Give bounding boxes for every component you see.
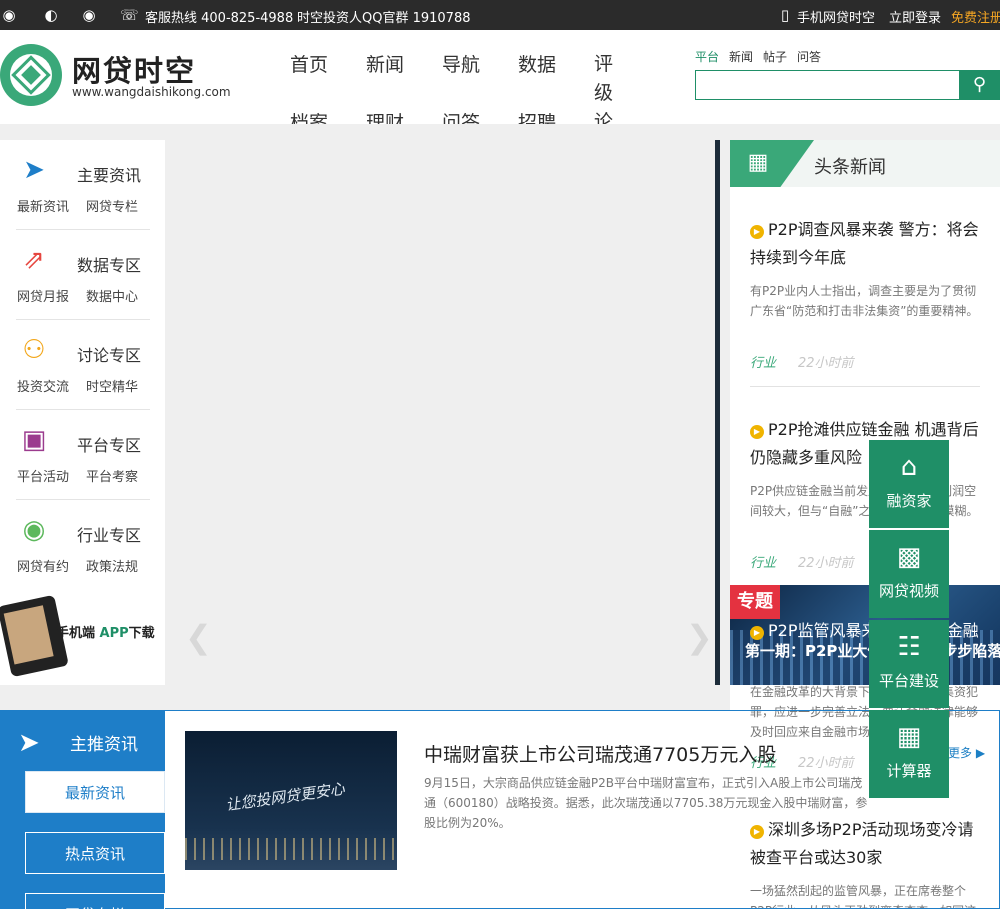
app-download-app: APP [99,626,129,641]
nav-qa[interactable]: 问答 [442,108,480,124]
article-tag[interactable]: 行业 [750,352,776,371]
category-title[interactable]: 平台专区 [77,432,141,456]
wechat-icon[interactable]: ◉ [80,6,98,24]
divider-bar [715,140,720,685]
qq-icon[interactable]: ◉ [0,6,18,24]
logo-icon[interactable] [0,44,62,106]
paper-plane-icon: ➤ [18,728,40,758]
play-icon: ▶ [750,225,764,239]
tab-latest-news[interactable]: 最新资讯 [25,771,165,813]
chart-icon: ⇗ [23,245,45,275]
nav-finance[interactable]: 理财 [366,108,404,124]
float-video-button[interactable]: ▩ 网贷视频 [869,530,949,618]
category-link[interactable]: 政策法规 [86,556,138,575]
article-time: 22小时前 [798,556,854,571]
float-label: 融资家 [886,492,932,510]
search-tab-platform[interactable]: 平台 [695,50,719,64]
mobile-icon: ▯ [780,6,790,24]
category-title[interactable]: 数据专区 [77,252,141,276]
paper-plane-icon: ➤ [23,155,45,185]
slider-next-icon[interactable]: ❯ [686,618,713,656]
tab-hot-news[interactable]: 热点资讯 [25,832,165,874]
register-link[interactable]: 免费注册 [951,7,1000,26]
map-icon: ▦ [747,150,769,175]
nav-home[interactable]: 首页 [290,50,328,77]
app-download-suffix: 下载 [128,626,155,641]
divider [16,499,150,500]
float-financing-button[interactable]: ⌂ 融资家 [869,440,949,528]
nav-data[interactable]: 数据 [518,50,556,77]
qq-group-text: 时空投资人QQ官群 1910788 [297,11,471,26]
calculator-icon: ▦ [896,722,922,752]
headlines-title: 头条新闻 [814,157,886,178]
category-title[interactable]: 行业专区 [77,522,141,546]
category-link[interactable]: 数据中心 [86,286,138,305]
nav-archive[interactable]: 档案 [290,108,328,124]
float-label: 平台建设 [878,672,939,690]
divider [16,229,150,230]
banner-slider[interactable] [165,140,715,685]
category-link[interactable]: 最新资讯 [17,196,69,215]
search-tab-qa[interactable]: 问答 [797,50,821,64]
divider [750,386,980,387]
category-link[interactable]: 网贷专栏 [86,196,138,215]
hotline-text: 客服热线 400-825-4988 [145,11,294,26]
film-icon: ▩ [896,542,922,572]
logo-url: www.wangdaishikong.com [72,85,231,99]
special-badge: 专题 [730,585,780,619]
article-time: 22小时前 [798,356,854,371]
category-link[interactable]: 平台考察 [86,466,138,485]
nav-guide[interactable]: 导航 [442,50,480,77]
category-link[interactable]: 投资交流 [17,376,69,395]
float-calculator-button[interactable]: ▦ 计算器 [869,710,949,798]
float-label: 计算器 [886,762,932,780]
article-title-text: P2P调查风暴来袭 警方：将会持续到今年底 [750,220,979,267]
news-description: 9月15日，大宗商品供应链金融P2B平台中瑞财富宣布，正式引入A股上市公司瑞茂通… [424,776,868,830]
logo-name[interactable]: 网贷时空 [72,48,196,90]
article-summary: 有P2P业内人士指出，调查主要是为了贯彻广东省“防范和打击非法集资”的重要精神。 [750,284,979,318]
search-tab-news[interactable]: 新闻 [729,50,753,64]
screen-icon: ▣ [21,425,47,455]
mobile-link[interactable]: 手机网贷时空 [797,7,875,26]
nav-news[interactable]: 新闻 [366,50,404,77]
search-input[interactable] [695,70,960,100]
app-download-prefix: 手机端 [56,626,100,641]
category-link[interactable]: 网贷月报 [17,286,69,305]
play-icon: ▶ [750,626,764,640]
house-icon: ⌂ [900,452,918,482]
search-button[interactable]: ⚲ [959,70,1000,100]
float-label: 网贷视频 [878,582,939,600]
search-icon: ⚲ [972,74,987,95]
image-slogan: 让您投网贷更安心 [224,779,346,815]
sitemap-icon: ☷ [897,632,921,662]
category-link[interactable]: 平台活动 [17,466,69,485]
category-link[interactable]: 网贷有约 [17,556,69,575]
nav-jobs[interactable]: 招聘 [518,108,556,124]
article-title[interactable]: ▶ P2P调查风暴来袭 警方：将会持续到今年底 [750,216,985,272]
group-icon: ⚇ [22,335,46,365]
divider [16,409,150,410]
login-link[interactable]: 立即登录 [889,7,941,26]
globe-icon: ◉ [22,515,46,545]
featured-title: 主推资讯 [70,735,138,755]
divider [16,319,150,320]
category-title[interactable]: 主要资讯 [77,162,141,186]
category-link[interactable]: 时空精华 [86,376,138,395]
tab-column[interactable]: 网贷专栏 [25,893,165,909]
news-title[interactable]: 中瑞财富获上市公司瑞茂通7705万元入股 [424,740,776,767]
top-bar: ◉ ◐ ◉ ☏ 客服热线 400-825-4988 时空投资人QQ官群 1910… [0,0,1000,30]
phone-icon: ☏ [120,6,139,24]
article-title[interactable]: ▶ P2P抢滩供应链金融 机遇背后仍隐藏多重风险 [750,416,985,472]
news-image[interactable]: 让您投网贷更安心 [185,731,397,870]
search-tab-posts[interactable]: 帖子 [763,50,787,64]
float-platform-button[interactable]: ☷ 平台建设 [869,620,949,708]
play-icon: ▶ [750,425,764,439]
category-title[interactable]: 讨论专区 [77,342,141,366]
app-download-link[interactable]: 手机端 APP下载 [56,622,155,641]
weibo-icon[interactable]: ◐ [42,6,60,24]
headlines-header: ▦ 头条新闻 [730,140,1000,187]
slider-prev-icon[interactable]: ❮ [185,618,212,656]
search-tabs: 平台 新闻 帖子 问答 [695,48,831,65]
article-tag[interactable]: 行业 [750,552,776,571]
